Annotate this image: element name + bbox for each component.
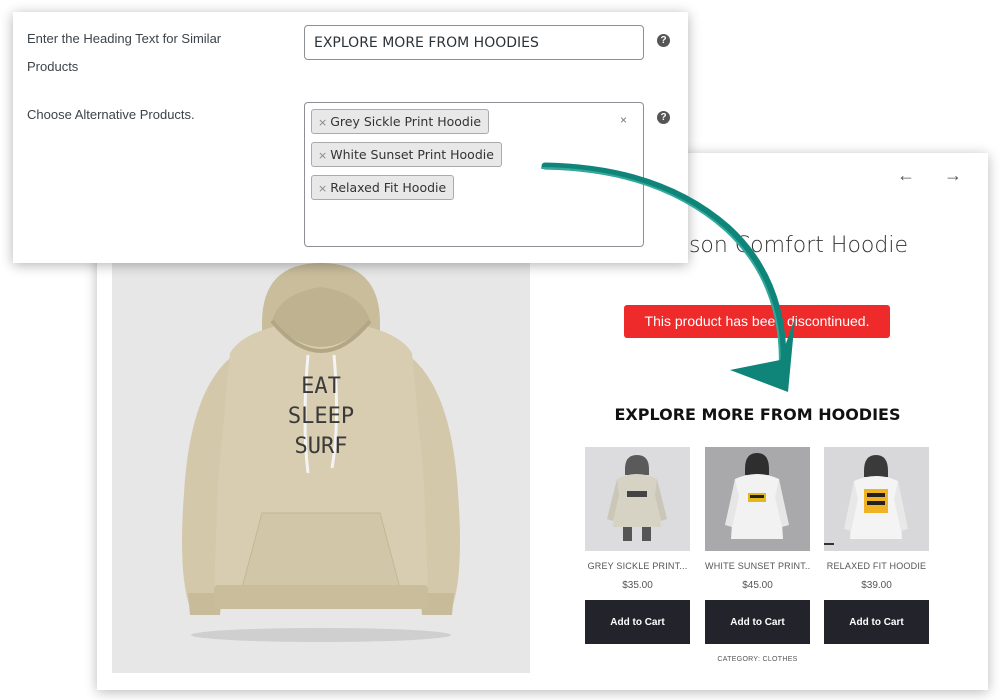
- discontinued-notice: This product has been discontinued.: [624, 305, 890, 338]
- product-nav: ← →: [897, 165, 974, 186]
- product-main-image: EAT SLEEP SURF: [112, 263, 530, 673]
- selected-product-tag: × White Sunset Print Hoodie: [311, 142, 502, 167]
- remove-tag-icon[interactable]: ×: [318, 182, 327, 195]
- similar-product-name[interactable]: GREY SICKLE PRINT...: [585, 561, 690, 571]
- product-thumbnail[interactable]: [705, 447, 810, 551]
- help-icon[interactable]: ?: [657, 111, 670, 124]
- alternative-products-select[interactable]: × Grey Sickle Print Hoodie × White Sunset …: [304, 102, 644, 247]
- product-category[interactable]: CATEGORY: CLOTHES: [585, 656, 930, 663]
- next-product-arrow-icon[interactable]: →: [944, 165, 974, 185]
- similar-product-card: GREY SICKLE PRINT... $35.00 Add to Cart: [585, 447, 690, 644]
- similar-products-grid: GREY SICKLE PRINT... $35.00 Add to Cart …: [585, 447, 930, 647]
- similar-products-heading: EXPLORE MORE FROM HOODIES: [614, 405, 901, 424]
- remove-tag-icon[interactable]: ×: [318, 149, 327, 162]
- alternative-products-settings: Enter the Heading Text for Similar Produ…: [13, 12, 688, 263]
- selected-product-label: White Sunset Print Hoodie: [330, 147, 494, 162]
- prev-product-arrow-icon[interactable]: ←: [897, 165, 927, 185]
- similar-product-price: $45.00: [742, 580, 773, 591]
- alternative-products-label: Choose Alternative Products.: [27, 107, 195, 122]
- selected-product-label: Grey Sickle Print Hoodie: [330, 114, 482, 129]
- selected-product-tag: × Grey Sickle Print Hoodie: [311, 109, 490, 134]
- hoodie-print-line-2: SLEEP: [288, 404, 354, 429]
- add-to-cart-button[interactable]: Add to Cart: [705, 600, 810, 644]
- similar-product-card: RELAXED FIT HOODIE $39.00 Add to Cart: [824, 447, 929, 644]
- heading-text-label: Enter the Heading Text for Similar Produ…: [27, 31, 222, 74]
- selected-product-label: Relaxed Fit Hoodie: [330, 180, 447, 195]
- similar-product-card: WHITE SUNSET PRINT... $45.00 Add to Cart: [705, 447, 810, 644]
- product-thumbnail[interactable]: [585, 447, 690, 551]
- beige-hoodie-illustration: EAT SLEEP SURF: [182, 263, 460, 642]
- selected-product-tag: × Relaxed Fit Hoodie: [311, 175, 455, 200]
- heading-text-input[interactable]: [304, 25, 644, 60]
- hoodie-print-line-3: SURF: [295, 434, 348, 459]
- hoodie-print-line-1: EAT: [301, 374, 341, 399]
- product-thumbnail[interactable]: [824, 447, 929, 551]
- help-icon[interactable]: ?: [657, 34, 670, 47]
- similar-product-name[interactable]: RELAXED FIT HOODIE: [824, 561, 929, 571]
- add-to-cart-button[interactable]: Add to Cart: [824, 600, 929, 644]
- remove-tag-icon[interactable]: ×: [318, 116, 327, 129]
- add-to-cart-button[interactable]: Add to Cart: [585, 600, 690, 644]
- similar-product-price: $39.00: [861, 580, 892, 591]
- clear-selection-icon[interactable]: ×: [620, 113, 627, 127]
- similar-product-price: $35.00: [622, 580, 653, 591]
- similar-product-name[interactable]: WHITE SUNSET PRINT...: [705, 561, 810, 571]
